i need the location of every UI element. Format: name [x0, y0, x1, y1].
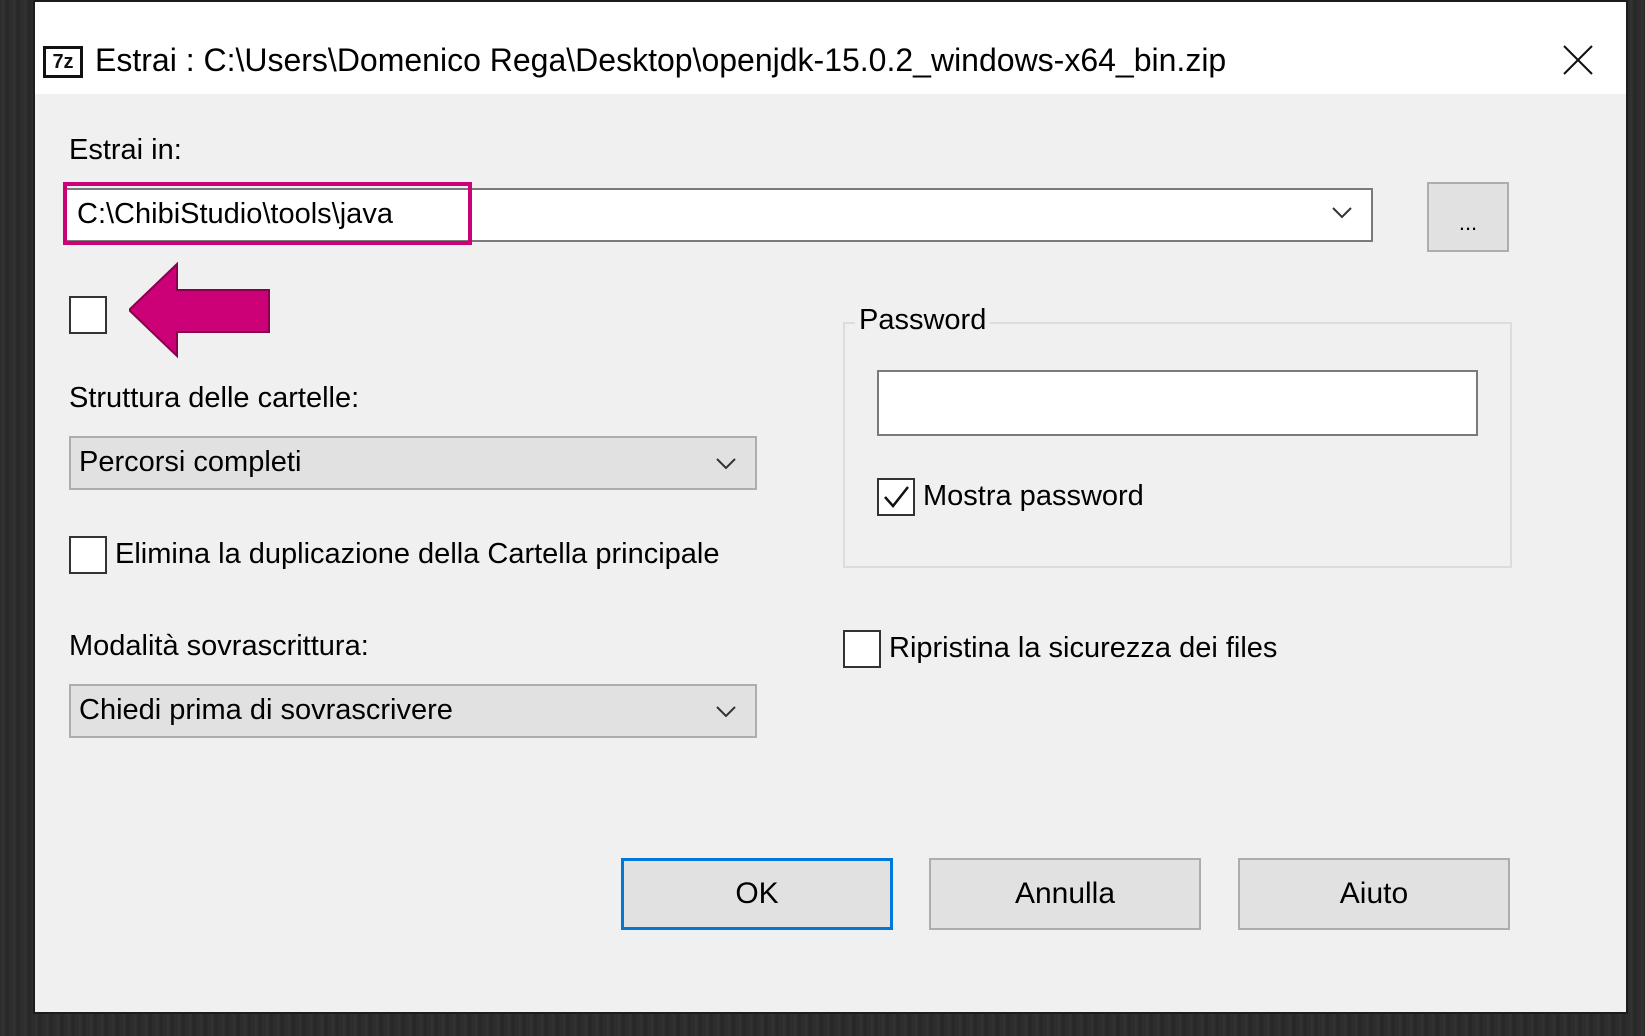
overwrite-mode-select[interactable]: Chiedi prima di sovrascrivere	[69, 684, 757, 738]
show-password-checkbox[interactable]	[877, 478, 915, 516]
password-group-title: Password	[855, 304, 991, 337]
cancel-button[interactable]: Annulla	[929, 858, 1201, 930]
unlabeled-checkbox[interactable]	[69, 296, 107, 334]
extract-to-label: Estrai in:	[69, 134, 182, 166]
window-title: Estrai : C:\Users\Domenico Rega\Desktop\…	[95, 42, 1227, 78]
7zip-app-icon: 7z	[43, 46, 83, 78]
help-button[interactable]: Aiuto	[1238, 858, 1510, 930]
close-button[interactable]	[1558, 40, 1598, 80]
browse-button[interactable]: ...	[1427, 182, 1509, 252]
ok-button[interactable]: OK	[621, 858, 893, 930]
eliminate-duplication-checkbox[interactable]	[69, 536, 107, 574]
extract-dialog: 7z Estrai : C:\Users\Domenico Rega\Deskt…	[33, 0, 1628, 1014]
eliminate-duplication-label[interactable]: Elimina la duplicazione della Cartella p…	[115, 538, 720, 571]
checkmark-icon	[884, 486, 909, 508]
path-highlight-annotation	[63, 182, 472, 245]
chevron-down-icon[interactable]	[1331, 206, 1353, 220]
folder-structure-value: Percorsi completi	[79, 446, 302, 478]
folder-structure-label: Struttura delle cartelle:	[69, 382, 360, 414]
password-input[interactable]	[877, 370, 1478, 436]
show-password-label[interactable]: Mostra password	[923, 480, 1144, 513]
restore-security-label[interactable]: Ripristina la sicurezza dei files	[889, 632, 1277, 665]
close-icon	[1563, 45, 1593, 75]
folder-structure-select[interactable]: Percorsi completi	[69, 436, 757, 490]
restore-security-checkbox[interactable]	[843, 630, 881, 668]
title-bar: 7z Estrai : C:\Users\Domenico Rega\Deskt…	[35, 2, 1626, 94]
overwrite-mode-label: Modalità sovrascrittura:	[69, 630, 369, 662]
chevron-down-icon	[716, 706, 736, 718]
chevron-down-icon	[716, 458, 736, 470]
overwrite-mode-value: Chiedi prima di sovrascrivere	[79, 694, 453, 726]
password-groupbox	[843, 322, 1512, 568]
pointer-arrow-annotation	[129, 261, 270, 359]
